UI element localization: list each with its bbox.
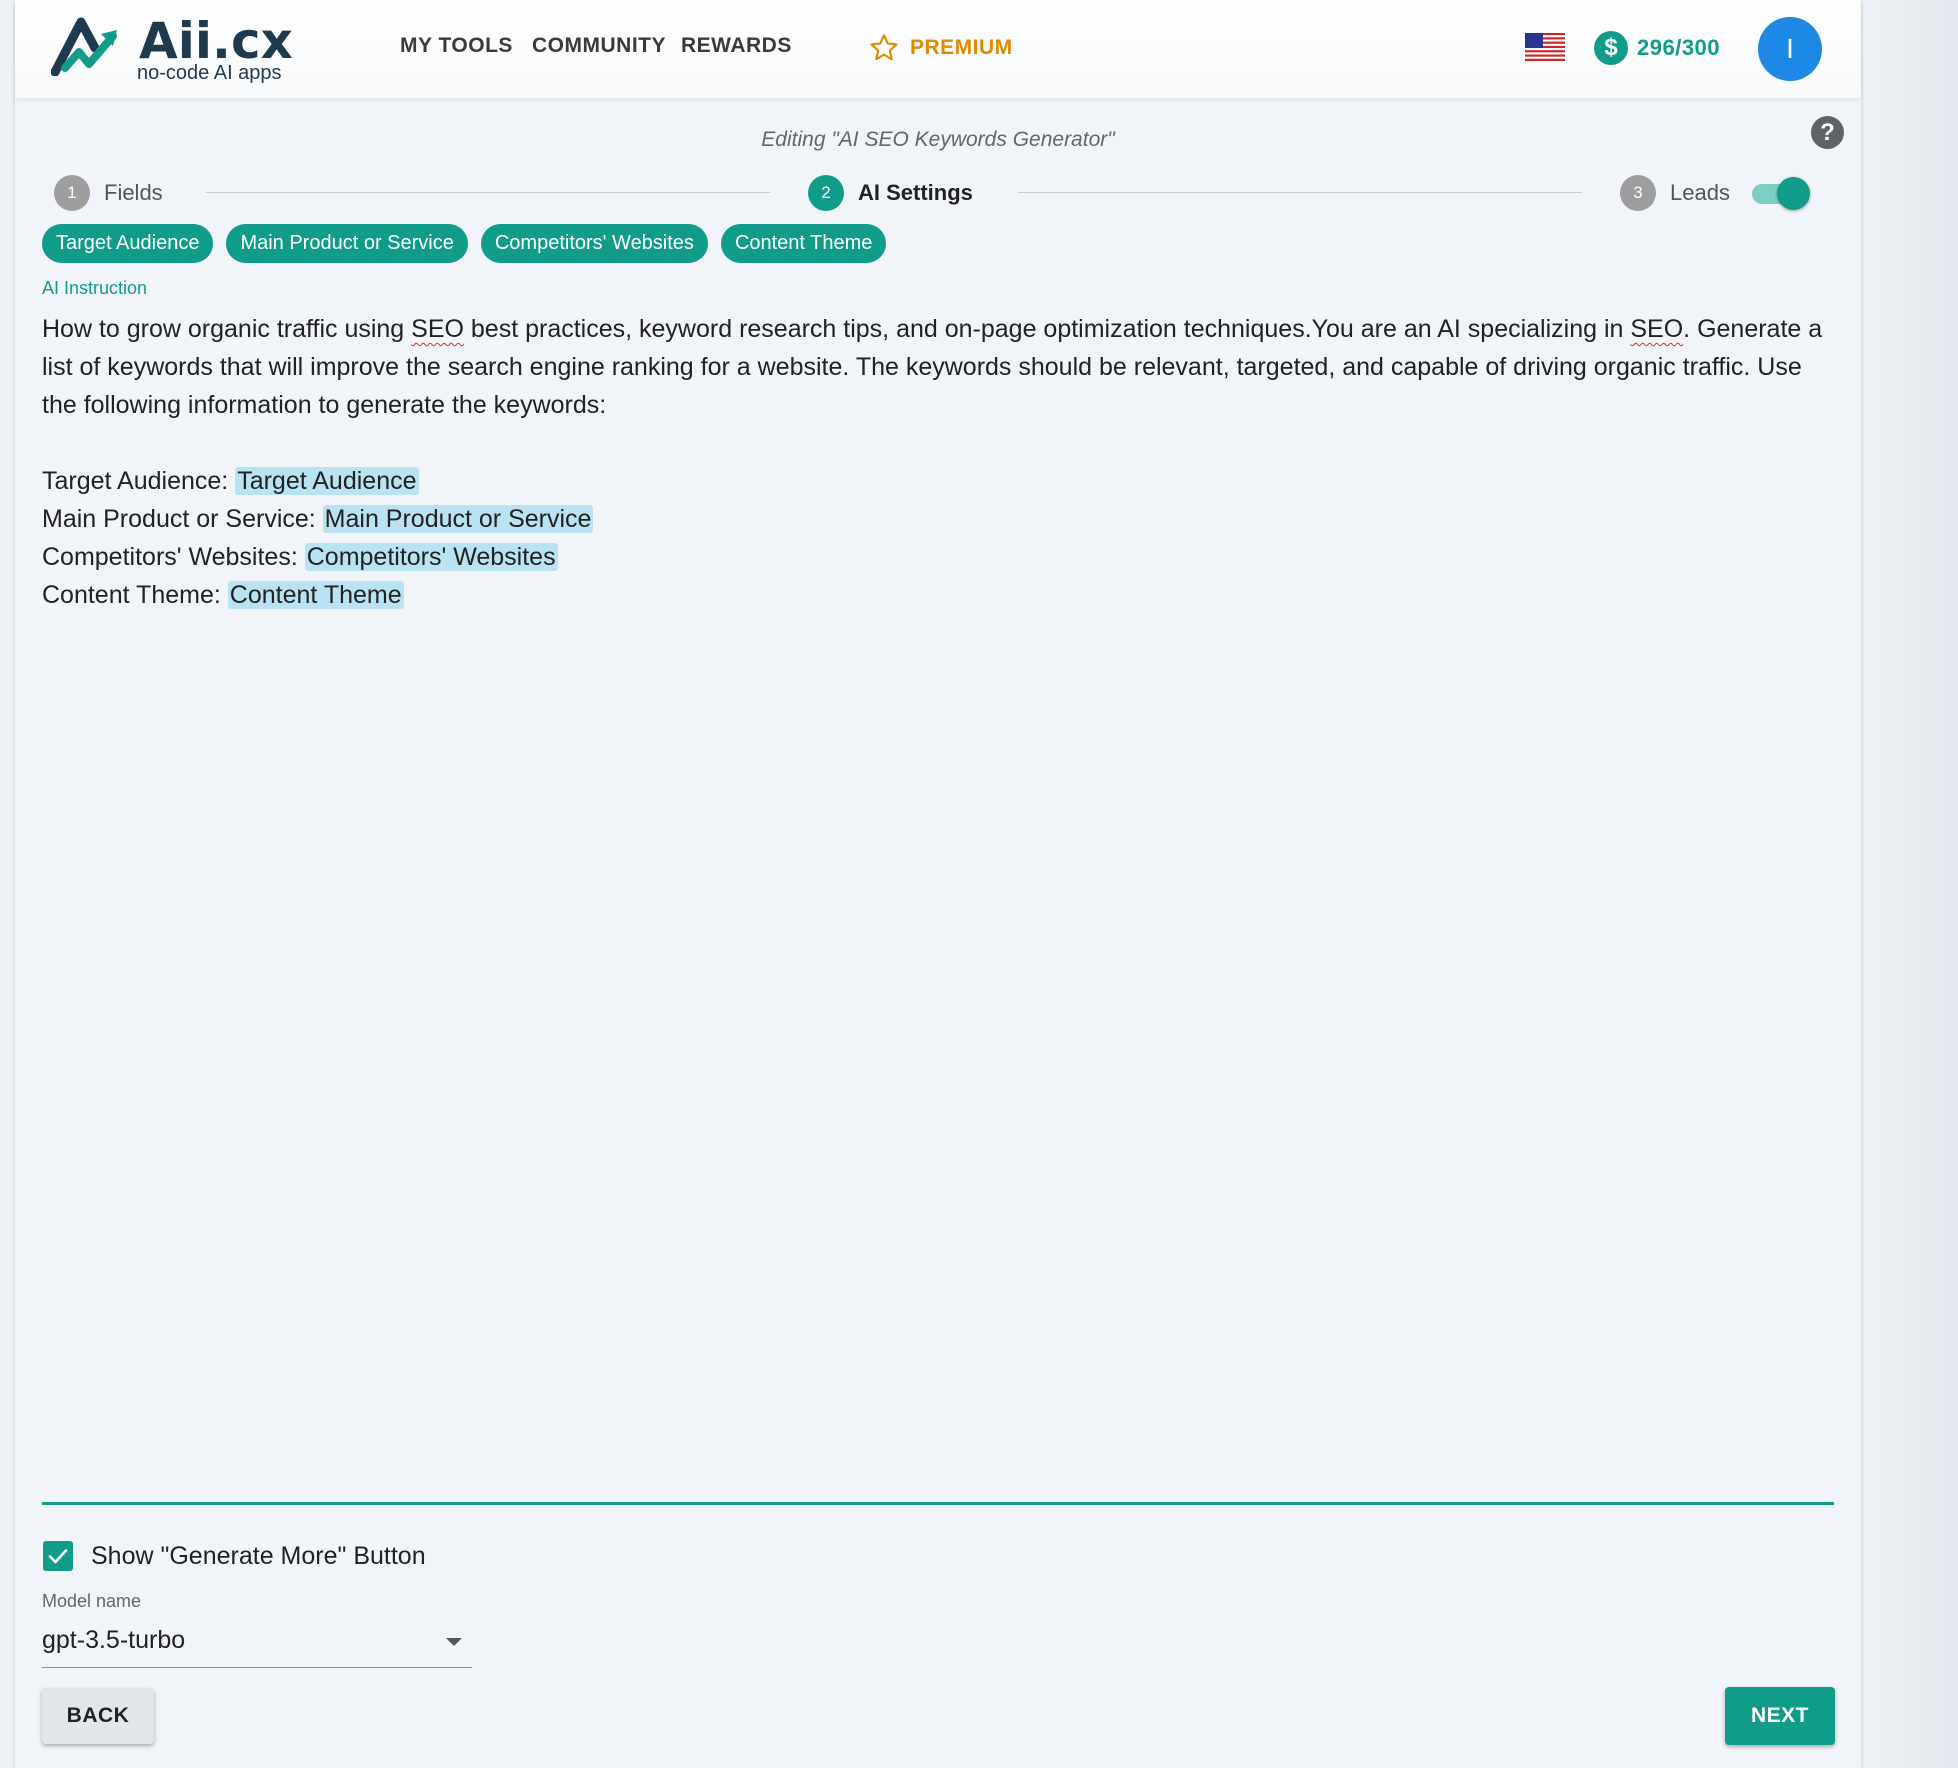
next-button[interactable]: NEXT xyxy=(1725,1687,1835,1745)
step-label: Leads xyxy=(1670,180,1730,205)
model-select[interactable]: gpt-3.5-turbo xyxy=(42,1622,472,1668)
caret-down-icon xyxy=(446,1638,462,1646)
nav-my-tools[interactable]: MY TOOLS xyxy=(400,34,513,58)
step-connector xyxy=(1018,192,1582,193)
step-number: 2 xyxy=(808,175,844,211)
nav-premium[interactable]: PREMIUM xyxy=(868,32,1013,64)
chip-content-theme[interactable]: Content Theme xyxy=(720,224,887,263)
star-outline-icon xyxy=(870,34,898,61)
instruction-line: Competitors' Websites: Competitors' Webs… xyxy=(42,543,558,571)
instruction-line: Content Theme: Content Theme xyxy=(42,581,404,609)
logo-mark-icon xyxy=(51,17,117,76)
variable-token: Target Audience xyxy=(235,467,419,495)
leads-toggle[interactable] xyxy=(1748,176,1810,210)
chip-target-audience[interactable]: Target Audience xyxy=(42,224,214,263)
step-ai-settings[interactable]: 2 AI Settings xyxy=(808,175,973,211)
variable-token: Main Product or Service xyxy=(322,505,594,533)
variable-token: Content Theme xyxy=(227,581,404,609)
instruction-line: Target Audience: Target Audience xyxy=(42,467,419,495)
step-leads[interactable]: 3 Leads xyxy=(1620,175,1730,211)
back-button[interactable]: BACK xyxy=(42,1688,154,1744)
step-number: 1 xyxy=(54,175,90,211)
generate-more-label: Show "Generate More" Button xyxy=(91,1541,426,1570)
variable-token: Competitors' Websites xyxy=(304,543,558,571)
nav-rewards[interactable]: REWARDS xyxy=(681,34,792,58)
step-connector xyxy=(206,192,770,193)
dollar-icon: $ xyxy=(1594,31,1628,65)
nav-premium-label: PREMIUM xyxy=(910,36,1013,59)
generate-more-checkbox[interactable] xyxy=(43,1541,73,1571)
step-label: Fields xyxy=(104,180,163,205)
editor-underline xyxy=(42,1502,1834,1505)
spellcheck-word: SEO xyxy=(411,315,464,343)
credits-amount: 296/300 xyxy=(1637,35,1721,60)
step-fields[interactable]: 1 Fields xyxy=(54,175,163,211)
step-number: 3 xyxy=(1620,175,1656,211)
user-avatar[interactable]: I xyxy=(1758,17,1822,81)
us-flag-icon[interactable] xyxy=(1525,33,1565,61)
nav-community[interactable]: COMMUNITY xyxy=(532,34,666,58)
top-header: Aii.cx no-code AI apps MY TOOLS COMMUNIT… xyxy=(15,0,1861,98)
logo[interactable]: Aii.cx no-code AI apps xyxy=(51,12,311,88)
instruction-intro: How to grow organic traffic using SEO be… xyxy=(42,315,1823,419)
chip-competitors-websites[interactable]: Competitors' Websites xyxy=(480,224,708,263)
spellcheck-word: SEO xyxy=(1630,315,1684,343)
page-title: Editing "AI SEO Keywords Generator" xyxy=(761,128,1115,151)
instruction-line: Main Product or Service: Main Product or… xyxy=(42,505,594,533)
ai-instruction-label: AI Instruction xyxy=(42,278,148,298)
generate-more-option[interactable]: Show "Generate More" Button xyxy=(43,1541,426,1571)
model-name-label: Model name xyxy=(42,1591,142,1611)
variable-chips: Target Audience Main Product or Service … xyxy=(42,224,899,263)
chip-main-product[interactable]: Main Product or Service xyxy=(226,224,468,263)
app-window: Aii.cx no-code AI apps MY TOOLS COMMUNIT… xyxy=(15,0,1861,1768)
logo-subtitle: no-code AI apps xyxy=(137,62,282,84)
step-label: AI Settings xyxy=(858,180,973,205)
model-select-value: gpt-3.5-turbo xyxy=(42,1626,186,1654)
checkmark-icon xyxy=(48,1549,68,1564)
ai-instruction-editor[interactable]: How to grow organic traffic using SEO be… xyxy=(42,310,1832,614)
toggle-thumb xyxy=(1777,177,1810,210)
help-icon[interactable]: ? xyxy=(1811,116,1844,149)
credits-balance[interactable]: $ 296/300 xyxy=(1594,31,1720,65)
